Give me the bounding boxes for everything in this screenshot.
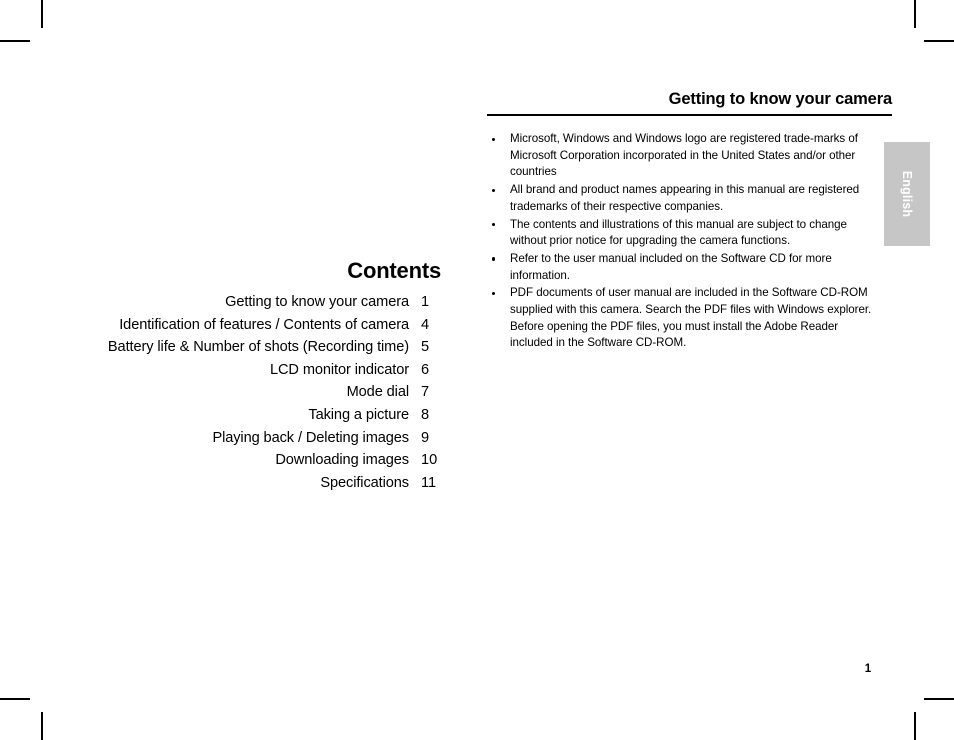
note-item: Microsoft, Windows and Windows logo are … [488,131,880,181]
toc-entry-label: Specifications [320,474,409,491]
toc-entry[interactable]: Playing back / Deleting images 9 [0,430,441,453]
toc-entry[interactable]: Downloading images 10 [0,452,441,475]
toc-entry[interactable]: Taking a picture 8 [0,407,441,430]
note-item: The contents and illustrations of this m… [488,217,880,250]
note-text: Refer to the user manual included on the… [510,251,832,282]
note-text: PDF documents of user manual are include… [510,286,872,350]
toc-entry-label: Battery life & Number of shots (Recordin… [107,339,409,356]
note-text: All brand and product names appearing in… [510,183,860,213]
toc-entry-label: Identification of features / Contents of… [119,316,409,333]
toc-entry[interactable]: Getting to know your camera 1 [0,294,441,317]
contents-title: Contents [347,258,441,283]
note-item: All brand and product names appearing in… [488,182,880,215]
toc-entry-label: Downloading images [275,452,409,469]
bullet-icon [492,223,496,227]
toc-entry-page: 1 [421,294,430,310]
note-item: Refer to the user manual included on the… [488,251,880,284]
chapter-heading-rule [487,114,892,116]
toc-entry-page: 5 [421,339,430,356]
toc-entry-page: 8 [421,406,430,423]
contents-page: Contents Getting to know your camera 1 Ide… [0,0,470,740]
chapter-page: Getting to know your camera Microsoft, W… [470,0,954,740]
toc-entry[interactable]: Identification of features / Contents of… [0,317,441,340]
language-tab-label: English [900,170,914,218]
bullet-icon [492,137,496,141]
language-tab: English [884,142,930,246]
toc-entry-label: Playing back / Deleting images [212,429,409,446]
toc-entry-page: 10 [421,452,438,469]
toc-entry-label: LCD monitor indicator [269,361,409,378]
toc-entry[interactable]: Mode dial 7 [0,384,441,407]
chapter-heading: Getting to know your camera [668,90,892,108]
toc-entry-page: 11 [421,474,437,491]
table-of-contents: Getting to know your camera 1 Identificati… [0,294,441,497]
toc-entry[interactable]: LCD monitor indicator 6 [0,362,441,385]
toc-entry-label: Getting to know your camera [225,294,409,310]
note-text: Microsoft, Windows and Windows logo are … [510,132,858,179]
toc-entry-page: 9 [421,429,430,446]
toc-entry-label: Mode dial [346,384,409,401]
toc-entry[interactable]: Specifications 11 [0,475,441,498]
bullet-icon [492,257,496,261]
note-item: PDF documents of user manual are include… [488,285,880,352]
toc-entry-page: 6 [421,361,430,378]
note-text: The contents and illustrations of this m… [510,217,847,248]
toc-entry-page: 4 [421,316,430,333]
toc-entry[interactable]: Battery life & Number of shots (Recordin… [0,339,441,362]
page-number: 1 [864,663,872,675]
bullet-icon [492,291,496,296]
toc-entry-page: 7 [421,384,430,401]
toc-entry-label: Taking a picture [308,406,409,423]
notes-list: Microsoft, Windows and Windows logo are … [488,131,880,353]
bullet-icon [492,188,496,192]
